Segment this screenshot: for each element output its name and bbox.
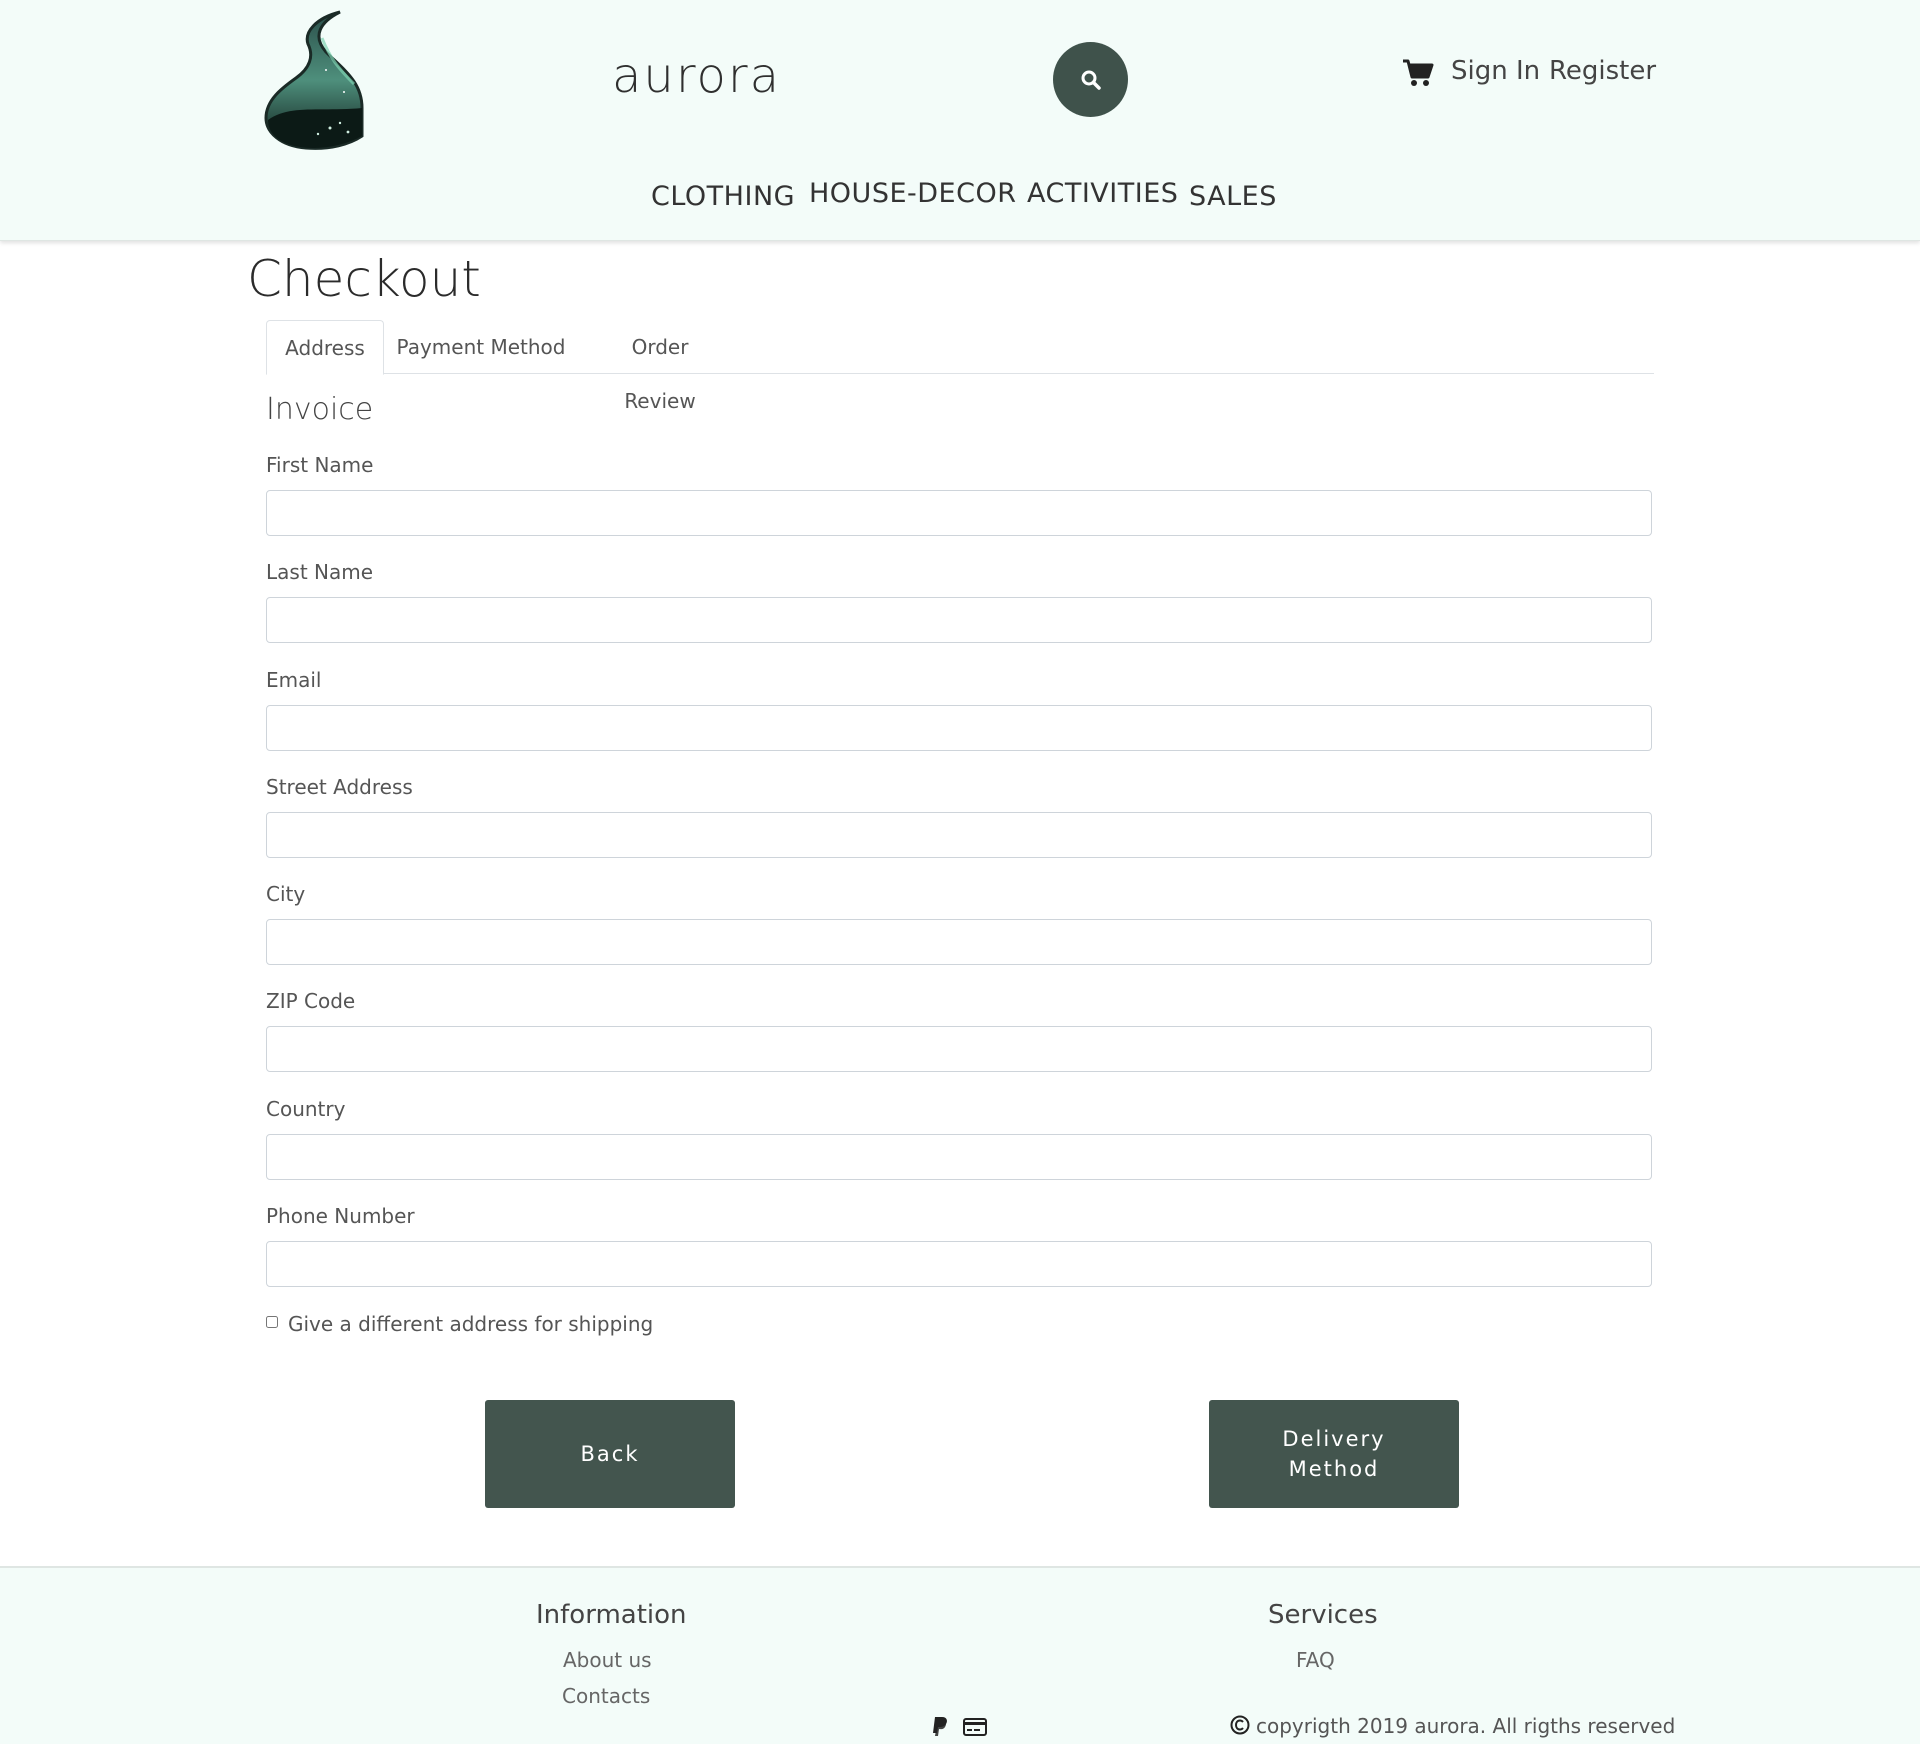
email-label: Email: [266, 668, 322, 692]
invoice-heading: Invoice: [266, 392, 374, 427]
first-name-field[interactable]: [266, 490, 1652, 536]
last-name-field[interactable]: [266, 597, 1652, 643]
nav-house-decor[interactable]: HOUSE-DECOR: [809, 178, 1016, 209]
register-link[interactable]: Register: [1549, 56, 1656, 86]
sign-in-link[interactable]: Sign In: [1451, 56, 1540, 86]
zip-code-label: ZIP Code: [266, 989, 356, 1013]
zip-code-field[interactable]: [266, 1026, 1652, 1072]
about-us-link[interactable]: About us: [563, 1648, 652, 1672]
back-button[interactable]: Back: [485, 1400, 735, 1508]
cart-icon[interactable]: [1402, 58, 1434, 88]
contacts-link[interactable]: Contacts: [562, 1684, 650, 1708]
copyright-text: copyrigth 2019 aurora. All rigths reserv…: [1256, 1714, 1676, 1738]
street-address-field[interactable]: [266, 812, 1652, 858]
nav-activities[interactable]: ACTIVITIES: [1027, 178, 1178, 209]
brand-name[interactable]: aurora: [612, 48, 781, 104]
faq-link[interactable]: FAQ: [1296, 1648, 1335, 1672]
site-header: aurora Sign In Register CLOTHING HOUSE-D…: [0, 0, 1920, 241]
phone-number-field[interactable]: [266, 1241, 1652, 1287]
different-shipping-checkbox[interactable]: [266, 1316, 278, 1328]
tab-order-review[interactable]: Order Review: [594, 320, 726, 413]
checkout-tabs: Address Payment Method Order Review: [266, 320, 1654, 413]
search-icon: [1081, 70, 1101, 90]
email-field[interactable]: [266, 705, 1652, 751]
city-field[interactable]: [266, 919, 1652, 965]
city-label: City: [266, 882, 306, 906]
tab-payment-method[interactable]: Payment Method: [396, 320, 566, 372]
credit-card-icon: [963, 1718, 987, 1740]
country-label: Country: [266, 1097, 346, 1121]
phone-number-label: Phone Number: [266, 1204, 415, 1228]
copyright: copyrigth 2019 aurora. All rigths reserv…: [1230, 1714, 1675, 1740]
copyright-icon: [1230, 1715, 1250, 1740]
delivery-method-button[interactable]: Delivery Method: [1209, 1400, 1459, 1508]
aurora-logo[interactable]: [260, 8, 375, 153]
information-heading: Information: [536, 1600, 687, 1630]
nav-sales[interactable]: SALES: [1189, 181, 1277, 212]
first-name-label: First Name: [266, 453, 374, 477]
paypal-icon: [931, 1716, 949, 1742]
different-shipping-label: Give a different address for shipping: [288, 1312, 654, 1336]
country-field[interactable]: [266, 1134, 1652, 1180]
page-title: Checkout: [247, 250, 481, 308]
search-button[interactable]: [1053, 42, 1128, 117]
street-address-label: Street Address: [266, 775, 413, 799]
tab-address[interactable]: Address: [266, 320, 384, 375]
services-heading: Services: [1268, 1600, 1378, 1630]
nav-clothing[interactable]: CLOTHING: [651, 181, 795, 212]
last-name-label: Last Name: [266, 560, 374, 584]
